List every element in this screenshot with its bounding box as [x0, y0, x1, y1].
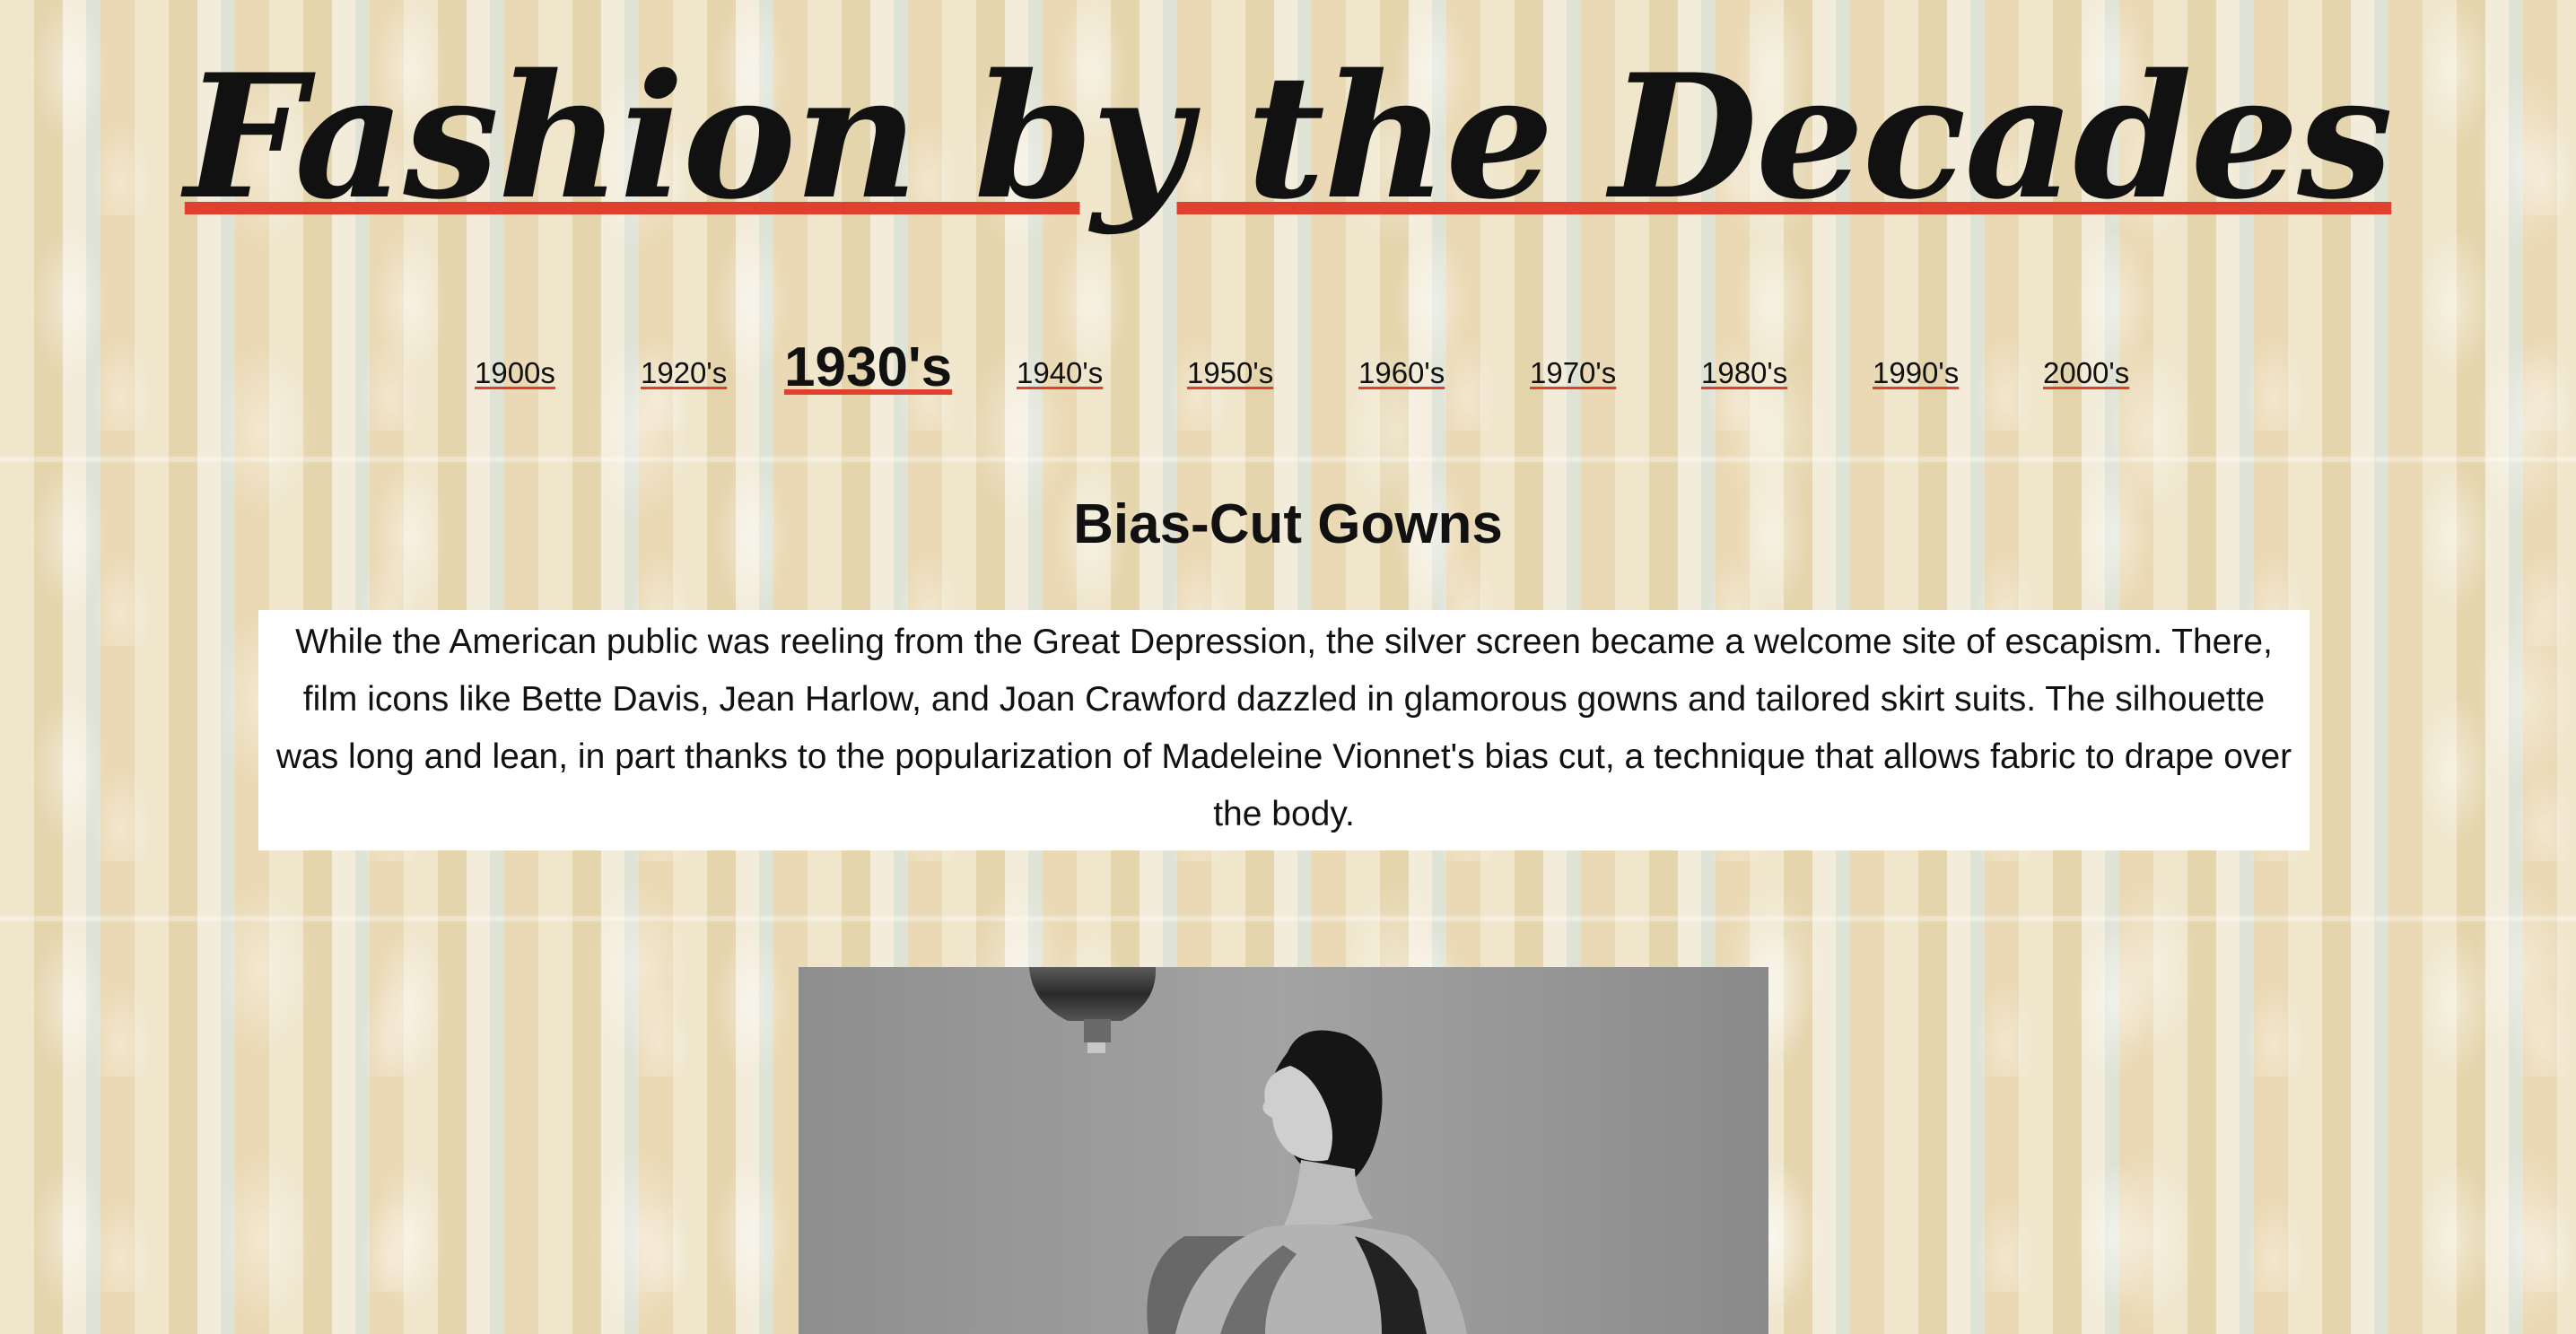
page-title: Fashion by the Decades — [184, 37, 2393, 237]
nav-link-1970s[interactable]: 1970's — [1530, 356, 1616, 390]
section-paragraph: While the American public was reeling fr… — [258, 610, 2310, 850]
nav-link-1930s[interactable]: 1930's — [784, 336, 952, 399]
decade-nav: 1900s 1920's 1930's 1940's 1950's 1960's… — [0, 327, 2576, 408]
photo-illustration — [799, 967, 1768, 1334]
nav-link-1960s[interactable]: 1960's — [1358, 356, 1445, 390]
nav-link-1950s[interactable]: 1950's — [1187, 356, 1273, 390]
bias-cut-gown-photo — [799, 967, 1768, 1334]
nav-link-1940s[interactable]: 1940's — [1017, 356, 1103, 390]
section-heading: Bias-Cut Gowns — [1073, 493, 1503, 555]
nav-link-1990s[interactable]: 1990's — [1873, 356, 1959, 390]
nav-link-1920s[interactable]: 1920's — [641, 356, 727, 390]
nav-link-2000s[interactable]: 2000's — [2043, 356, 2129, 390]
nav-link-1900s[interactable]: 1900s — [475, 356, 555, 390]
nav-link-1980s[interactable]: 1980's — [1701, 356, 1787, 390]
